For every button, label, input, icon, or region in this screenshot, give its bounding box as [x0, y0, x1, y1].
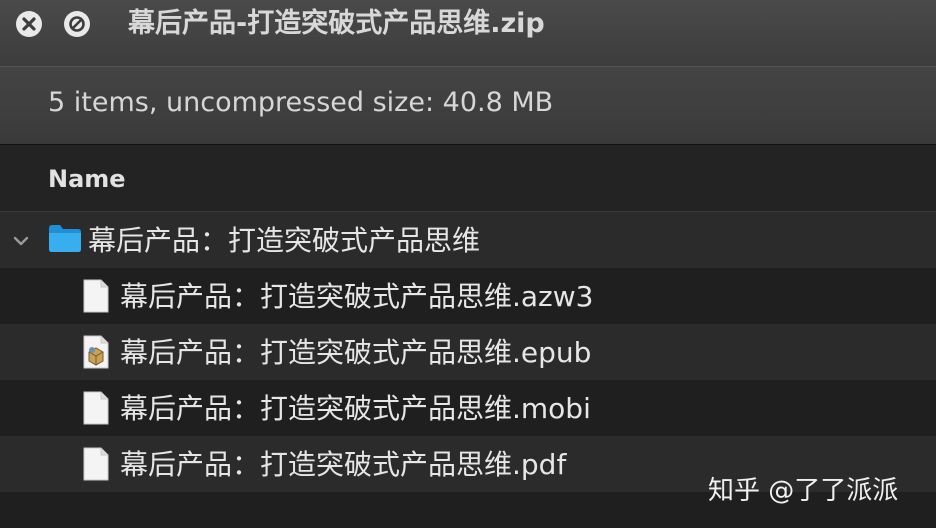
- column-header: Name: [0, 144, 936, 212]
- epub-file-icon: [83, 335, 109, 369]
- column-name-header[interactable]: Name: [48, 165, 126, 193]
- watermark-text: 知乎 @了了派派: [708, 476, 899, 506]
- document-icon: [83, 279, 109, 313]
- close-button[interactable]: [16, 11, 42, 37]
- folder-icon: [49, 225, 81, 252]
- file-label: 幕后产品：打造突破式产品思维.pdf: [120, 448, 567, 481]
- list-item-file[interactable]: 幕后产品：打造突破式产品思维.epub: [0, 324, 936, 380]
- document-icon: [83, 447, 109, 481]
- file-label: 幕后产品：打造突破式产品思维.mobi: [120, 392, 591, 425]
- info-bar: 5 items, uncompressed size: 40.8 MB: [0, 66, 936, 144]
- window-title: 幕后产品-打造突破式产品思维.zip: [128, 8, 545, 39]
- file-label: 幕后产品：打造突破式产品思维: [88, 224, 481, 257]
- list-item-file[interactable]: 幕后产品：打造突破式产品思维.azw3: [0, 268, 936, 324]
- chevron-down-icon[interactable]: [12, 234, 30, 248]
- document-icon: [83, 391, 109, 425]
- list-item-folder[interactable]: 幕后产品：打造突破式产品思维: [0, 212, 936, 268]
- title-bar: 幕后产品-打造突破式产品思维.zip: [0, 0, 936, 66]
- close-icon: [22, 17, 36, 31]
- archive-summary: 5 items, uncompressed size: 40.8 MB: [48, 87, 554, 118]
- no-entry-icon: [69, 16, 85, 32]
- file-label: 幕后产品：打造突破式产品思维.azw3: [120, 280, 594, 313]
- archive-window: 幕后产品-打造突破式产品思维.zip 5 items, uncompressed…: [0, 0, 936, 528]
- file-label: 幕后产品：打造突破式产品思维.epub: [120, 336, 592, 369]
- list-item-file[interactable]: 幕后产品：打造突破式产品思维.mobi: [0, 380, 936, 436]
- no-entry-button[interactable]: [64, 11, 90, 37]
